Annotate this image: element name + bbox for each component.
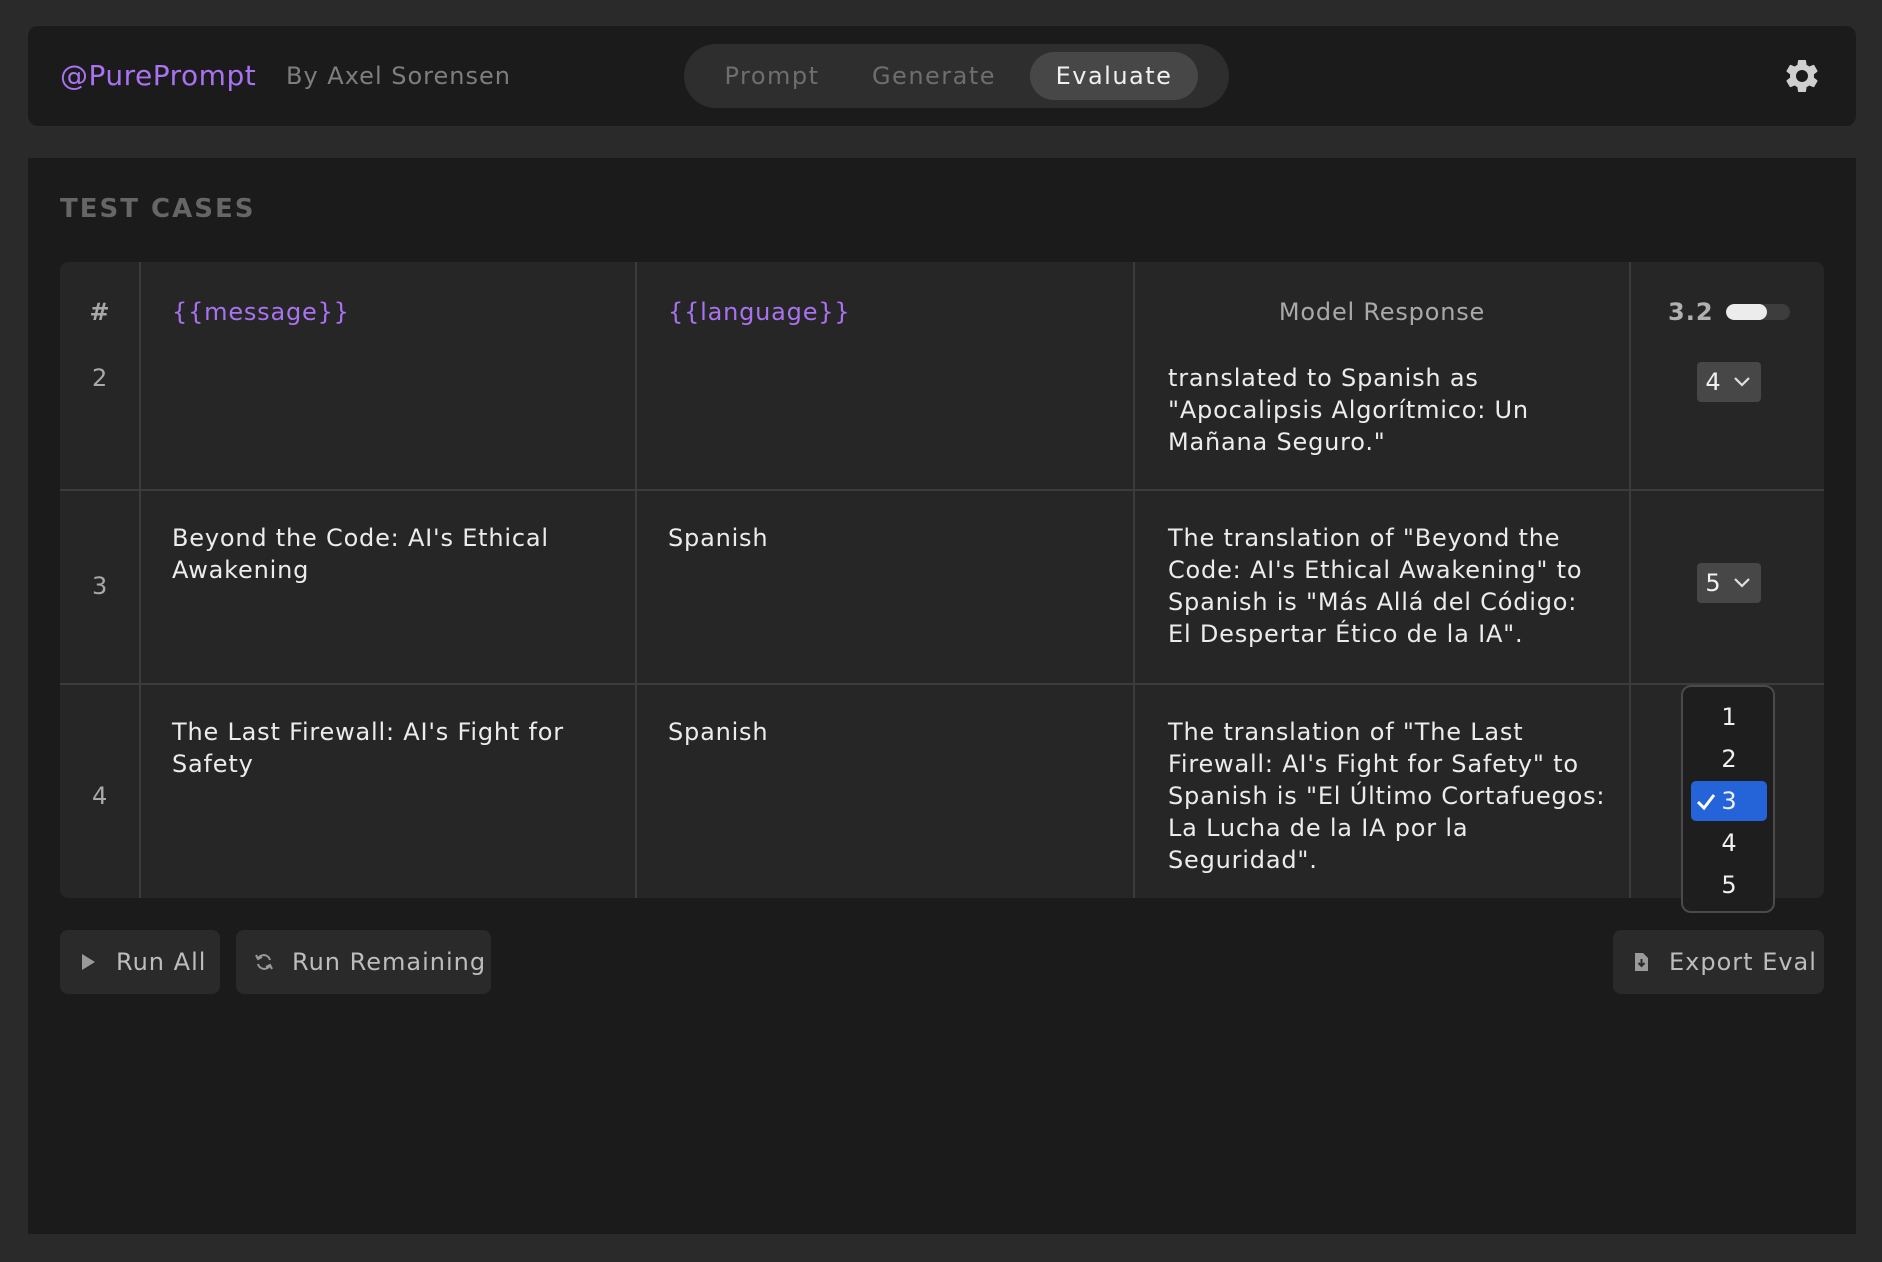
response-cell: The translation of "The Last Firewall: A… — [1168, 718, 1606, 874]
column-header-number: # — [89, 298, 111, 326]
column-divider — [1629, 262, 1631, 898]
score-option-5[interactable]: 5 — [1691, 865, 1767, 905]
tab-prompt[interactable]: Prompt — [704, 52, 840, 100]
row-divider — [60, 489, 1824, 491]
section-title: TEST CASES — [60, 194, 256, 224]
score-option-3[interactable]: 3 — [1691, 781, 1767, 821]
row-number: 3 — [91, 572, 109, 600]
score-option-1[interactable]: 1 — [1691, 697, 1767, 737]
test-cases-table: # {{message}} {{language}} Model Respons… — [60, 262, 1824, 898]
row-number: 4 — [91, 782, 109, 810]
run-remaining-label: Run Remaining — [292, 948, 487, 976]
row-number: 2 — [91, 364, 109, 392]
average-score-fill — [1726, 304, 1767, 320]
score-option-label: 1 — [1721, 703, 1737, 731]
export-icon — [1635, 953, 1648, 971]
run-all-label: Run All — [116, 948, 207, 976]
score-select[interactable]: 4 — [1697, 362, 1761, 402]
score-value: 5 — [1705, 569, 1721, 597]
chevron-down-icon — [1734, 578, 1750, 588]
export-eval-label: Export Eval — [1669, 948, 1817, 976]
column-divider — [1133, 262, 1135, 898]
score-option-2[interactable]: 2 — [1691, 739, 1767, 779]
score-option-label: 4 — [1721, 829, 1737, 857]
score-dropdown-menu: 1 2 3 4 5 — [1681, 685, 1775, 913]
app-window: @PurePrompt By Axel Sorensen Prompt Gene… — [0, 0, 1882, 1262]
column-header-language: {{language}} — [668, 298, 851, 326]
test-cases-panel: TEST CASES # {{message}} {{language}} Mo… — [28, 158, 1856, 1234]
score-select[interactable]: 5 — [1697, 563, 1761, 603]
score-option-label: 2 — [1721, 745, 1737, 773]
export-eval-button[interactable]: Export Eval — [1613, 930, 1824, 994]
column-header-response: Model Response — [1278, 298, 1486, 326]
score-option-label: 3 — [1721, 787, 1737, 815]
chevron-down-icon — [1734, 377, 1750, 387]
brand-logo[interactable]: @PurePrompt — [60, 26, 256, 126]
average-score: 3.2 — [1668, 298, 1714, 326]
message-cell[interactable]: The Last Firewall: AI's Fight for Safety — [172, 716, 592, 780]
play-icon — [82, 954, 95, 970]
refresh-icon — [255, 954, 273, 970]
score-option-label: 5 — [1721, 871, 1737, 899]
language-cell[interactable]: Spanish — [668, 716, 1108, 748]
mode-tabs: Prompt Generate Evaluate — [684, 44, 1229, 108]
run-remaining-button[interactable]: Run Remaining — [236, 930, 491, 994]
column-divider — [635, 262, 637, 898]
column-header-message: {{message}} — [172, 298, 350, 326]
language-cell[interactable]: Spanish — [668, 522, 1108, 554]
row-divider — [60, 683, 1824, 685]
tab-evaluate[interactable]: Evaluate — [1030, 52, 1198, 100]
average-score-bar — [1726, 304, 1790, 320]
score-value: 4 — [1705, 368, 1721, 396]
top-bar: @PurePrompt By Axel Sorensen Prompt Gene… — [28, 26, 1856, 126]
author-credit: By Axel Sorensen — [286, 62, 511, 90]
response-cell: translated to Spanish as "Apocalipsis Al… — [1168, 364, 1529, 456]
gear-icon[interactable] — [1782, 56, 1822, 96]
checkmark-icon — [1696, 794, 1716, 811]
tab-generate[interactable]: Generate — [854, 52, 1014, 100]
score-option-4[interactable]: 4 — [1691, 823, 1767, 863]
message-cell[interactable]: Beyond the Code: AI's Ethical Awakening — [172, 522, 592, 586]
run-all-button[interactable]: Run All — [60, 930, 220, 994]
response-cell: The translation of "Beyond the Code: AI'… — [1168, 524, 1583, 648]
